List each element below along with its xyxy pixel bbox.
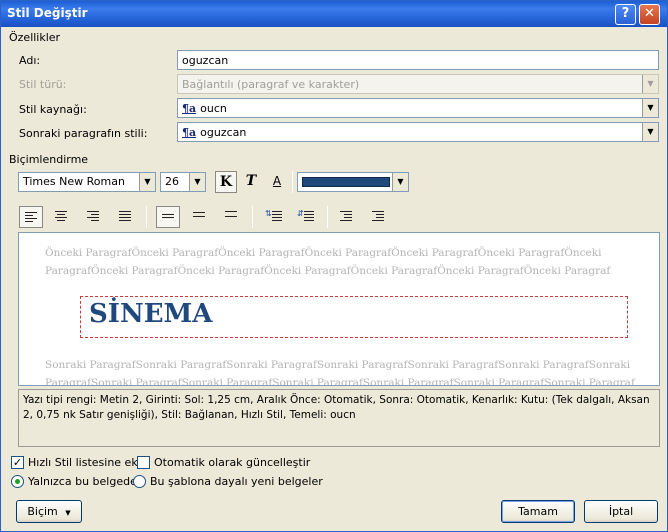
previous-paragraph-text: Önceki ParagrafÖnceki ParagrafÖnceki Par… bbox=[45, 247, 611, 277]
toolbar-separator bbox=[146, 206, 147, 228]
align-left-icon bbox=[25, 212, 37, 223]
format-button[interactable]: Biçim ▼ bbox=[16, 500, 82, 523]
cancel-button[interactable]: İptal bbox=[584, 500, 658, 523]
paragraph-style-icon: ¶a bbox=[182, 102, 197, 115]
help-button[interactable]: ? bbox=[615, 4, 636, 25]
properties-group-label: Özellikler bbox=[9, 31, 61, 44]
style-type-label: Stil türü: bbox=[19, 78, 67, 91]
name-label: Adı: bbox=[19, 54, 41, 67]
auto-update-label: Otomatik olarak güncelleştir bbox=[154, 456, 311, 469]
only-this-document-radio[interactable] bbox=[11, 475, 24, 488]
style-type-select: Bağlantılı (paragraf ve karakter) ▼ bbox=[177, 74, 659, 94]
dialog-title: Stil Değiştir bbox=[7, 6, 88, 20]
style-type-value: Bağlantılı (paragraf ve karakter) bbox=[182, 78, 360, 91]
next-style-value: oguzcan bbox=[200, 126, 247, 139]
name-input[interactable]: oguzcan bbox=[177, 50, 659, 70]
quick-style-checkbox[interactable]: ✓ bbox=[11, 456, 24, 469]
name-value: oguzcan bbox=[182, 54, 229, 67]
toolbar-separator bbox=[252, 206, 253, 228]
new-documents-label: Bu şablona dayalı yeni belgeler bbox=[150, 475, 323, 488]
arrow-down-icon: ⇵ bbox=[297, 209, 304, 218]
align-justify-icon bbox=[119, 211, 131, 222]
increase-indent-icon bbox=[372, 211, 384, 222]
italic-button[interactable]: T bbox=[240, 171, 262, 193]
next-style-label: Sonraki paragrafın stili: bbox=[19, 127, 148, 140]
style-preview-pane: Önceki ParagrafÖnceki ParagrafÖnceki Par… bbox=[18, 232, 660, 386]
align-center-icon bbox=[55, 211, 67, 222]
space-after-icon bbox=[304, 211, 316, 222]
sample-text-box: SİNEMA bbox=[80, 296, 628, 338]
align-center-button[interactable] bbox=[50, 206, 74, 228]
decrease-indent-button[interactable] bbox=[335, 206, 359, 228]
chevron-down-icon: ▼ bbox=[65, 509, 71, 517]
increase-indent-button[interactable] bbox=[367, 206, 391, 228]
chevron-down-icon[interactable]: ▼ bbox=[189, 173, 205, 191]
bold-button[interactable]: K bbox=[215, 171, 237, 193]
underline-button[interactable]: A bbox=[266, 171, 288, 193]
double-spacing-icon bbox=[225, 211, 237, 222]
format-button-label: Biçim bbox=[27, 505, 58, 518]
one-half-spacing-icon bbox=[193, 212, 205, 223]
increase-spacing-before-button[interactable]: ⇅ bbox=[263, 206, 287, 228]
formatting-group-label: Biçimlendirme bbox=[9, 153, 89, 166]
font-size-value: 26 bbox=[165, 175, 179, 188]
font-value: Times New Roman bbox=[23, 175, 125, 188]
title-bar: Stil Değiştir ? ✕ bbox=[1, 1, 667, 27]
align-right-button[interactable] bbox=[82, 206, 106, 228]
toolbar-separator bbox=[327, 206, 328, 228]
align-right-icon bbox=[87, 211, 99, 222]
one-half-spacing-button[interactable] bbox=[188, 206, 212, 228]
double-spacing-button[interactable] bbox=[220, 206, 244, 228]
font-color-select[interactable]: ▼ bbox=[297, 172, 409, 192]
next-style-select[interactable]: ¶a oguzcan ▼ bbox=[177, 122, 659, 142]
style-based-on-select[interactable]: ¶a oucn ▼ bbox=[177, 98, 659, 118]
arrow-up-icon: ⇅ bbox=[265, 209, 272, 218]
chevron-down-icon[interactable]: ▼ bbox=[642, 99, 658, 117]
next-paragraph-text: Sonraki ParagrafSonraki ParagrafSonraki … bbox=[45, 359, 635, 386]
align-left-button[interactable] bbox=[19, 206, 43, 228]
paragraph-style-icon: ¶a bbox=[182, 126, 197, 139]
style-based-on-label: Stil kaynağı: bbox=[19, 103, 87, 116]
modify-style-dialog: Stil Değiştir ? ✕ Özellikler Adı: oguzca… bbox=[0, 0, 668, 532]
ok-button[interactable]: Tamam bbox=[501, 500, 575, 523]
close-button[interactable]: ✕ bbox=[639, 4, 660, 25]
decrease-spacing-before-button[interactable]: ⇵ bbox=[295, 206, 319, 228]
toolbar-separator bbox=[292, 171, 293, 193]
font-color-swatch bbox=[302, 177, 390, 187]
auto-update-checkbox[interactable] bbox=[137, 456, 150, 469]
align-justify-button[interactable] bbox=[114, 206, 138, 228]
font-select[interactable]: Times New Roman ▼ bbox=[18, 172, 156, 192]
chevron-down-icon[interactable]: ▼ bbox=[392, 173, 408, 191]
style-based-on-value: oucn bbox=[200, 102, 227, 115]
font-size-select[interactable]: 26 ▼ bbox=[160, 172, 206, 192]
sample-text: SİNEMA bbox=[89, 299, 213, 329]
space-before-icon bbox=[272, 211, 284, 222]
decrease-indent-icon bbox=[340, 211, 352, 222]
chevron-down-icon: ▼ bbox=[642, 75, 658, 93]
chevron-down-icon[interactable]: ▼ bbox=[642, 123, 658, 141]
single-spacing-button[interactable] bbox=[156, 206, 180, 228]
single-spacing-icon bbox=[162, 214, 174, 225]
new-documents-radio[interactable] bbox=[133, 475, 146, 488]
only-this-document-label: Yalnızca bu belgede bbox=[28, 475, 137, 488]
style-description: Yazı tipi rengi: Metin 2, Girinti: Sol: … bbox=[18, 389, 660, 447]
quick-style-label: Hızlı Stil listesine ekle bbox=[28, 456, 148, 469]
chevron-down-icon[interactable]: ▼ bbox=[139, 173, 155, 191]
